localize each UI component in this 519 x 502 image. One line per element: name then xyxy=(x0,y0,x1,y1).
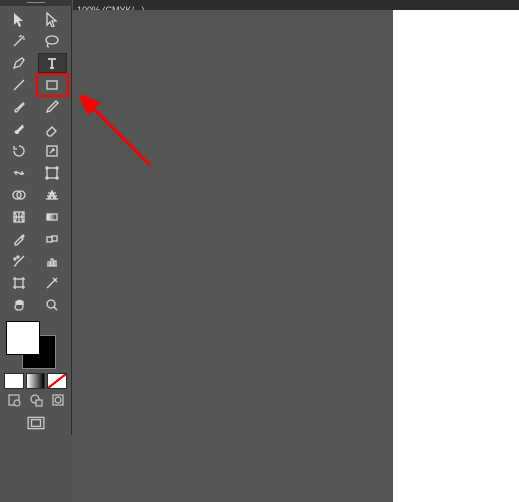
line-segment-tool[interactable] xyxy=(4,75,34,95)
blob-brush-tool[interactable] xyxy=(4,119,34,139)
none-mode[interactable] xyxy=(47,373,67,389)
draw-inside[interactable] xyxy=(48,392,67,408)
document-page[interactable] xyxy=(393,10,519,502)
eraser-tool[interactable] xyxy=(38,119,68,139)
draw-behind[interactable] xyxy=(26,392,45,408)
eyedropper-tool[interactable] xyxy=(4,229,34,249)
selection-tool[interactable] xyxy=(4,9,34,29)
rectangle-tool[interactable] xyxy=(38,75,68,95)
rotate-tool[interactable] xyxy=(4,141,34,161)
shape-builder-tool[interactable] xyxy=(4,185,34,205)
free-transform-tool[interactable] xyxy=(38,163,68,183)
pencil-tool[interactable] xyxy=(38,97,68,117)
zoom-tool[interactable] xyxy=(38,295,68,315)
paintbrush-tool[interactable] xyxy=(4,97,34,117)
perspective-grid-tool[interactable] xyxy=(38,185,68,205)
fill-stroke-swatch[interactable] xyxy=(4,321,67,369)
type-tool[interactable] xyxy=(38,53,68,73)
symbol-sprayer-tool[interactable] xyxy=(4,251,34,271)
direct-selection-tool[interactable] xyxy=(38,9,68,29)
lasso-tool[interactable] xyxy=(38,31,68,51)
hand-tool[interactable] xyxy=(4,295,34,315)
pen-tool[interactable] xyxy=(4,53,34,73)
width-tool[interactable] xyxy=(4,163,34,183)
change-screen-mode[interactable] xyxy=(22,414,50,432)
gradient-tool[interactable] xyxy=(38,207,68,227)
draw-normal[interactable] xyxy=(4,392,23,408)
slice-tool[interactable] xyxy=(38,273,68,293)
column-graph-tool[interactable] xyxy=(38,251,68,271)
canvas-area[interactable] xyxy=(73,10,393,502)
tools-panel xyxy=(0,6,72,435)
blend-tool[interactable] xyxy=(38,229,68,249)
mesh-tool[interactable] xyxy=(4,207,34,227)
scale-tool[interactable] xyxy=(38,141,68,161)
gradient-mode[interactable] xyxy=(26,373,46,389)
color-mode[interactable] xyxy=(4,373,24,389)
fill-swatch[interactable] xyxy=(6,321,40,355)
magic-wand-tool[interactable] xyxy=(4,31,34,51)
artboard-tool[interactable] xyxy=(4,273,34,293)
